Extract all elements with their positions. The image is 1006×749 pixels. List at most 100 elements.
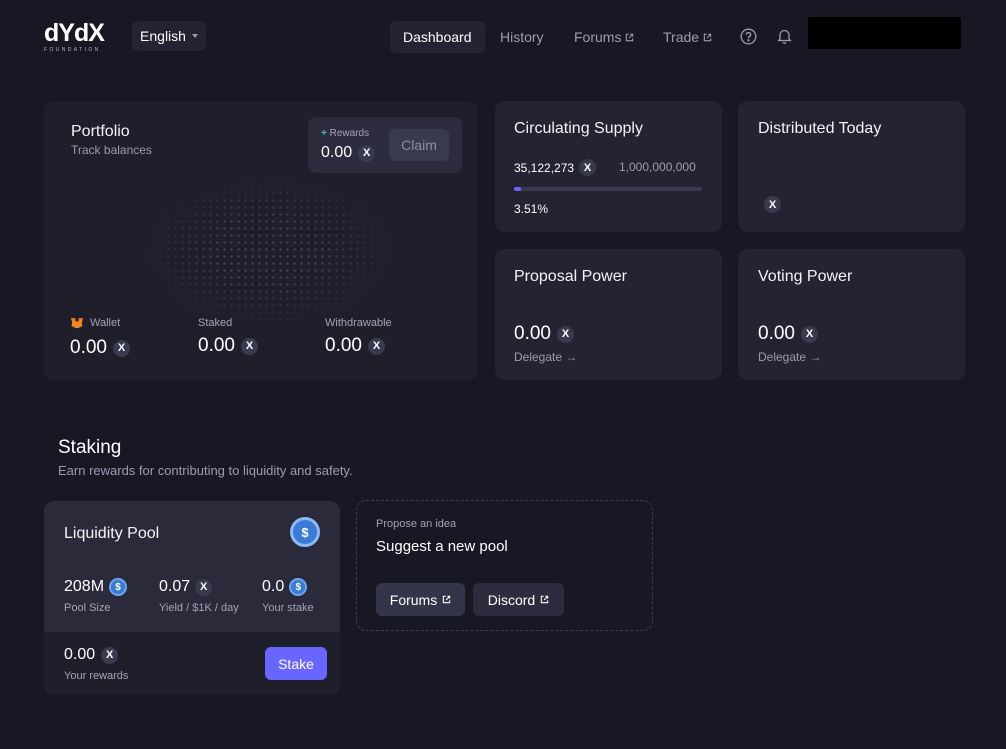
bell-icon: [776, 29, 792, 44]
suggest-kicker: Propose an idea: [376, 518, 457, 530]
rewards-label: Rewards: [329, 128, 370, 139]
withdrawable-amount: 0.00 X: [325, 335, 385, 357]
voting-power-amount: 0.00 X: [758, 323, 818, 345]
external-link-icon: [626, 33, 634, 41]
dydx-token-icon: X: [195, 578, 213, 596]
yield-label: Yield / $1K / day: [159, 602, 239, 614]
language-label: English: [140, 28, 186, 44]
staked-label: Staked: [198, 317, 233, 329]
plus-icon: +: [321, 128, 327, 139]
voting-delegate-link[interactable]: Delegate →: [758, 350, 821, 364]
proposal-delegate-link[interactable]: Delegate →: [514, 350, 577, 364]
voting-power-title: Voting Power: [758, 268, 853, 285]
staked-value: 0.00: [198, 335, 235, 356]
proposal-power-value: 0.00: [514, 323, 551, 344]
dydx-token-icon: X: [101, 646, 119, 664]
pool-size-amount: 208M $: [64, 578, 128, 596]
usdc-token-icon: $: [289, 578, 308, 596]
external-link-icon: [541, 595, 549, 604]
voting-power-card: Voting Power 0.00 X Delegate →: [738, 249, 965, 380]
suggest-pool-card: Propose an idea Suggest a new pool Forum…: [356, 500, 653, 631]
rewards-label-row: + Rewards: [321, 128, 369, 139]
discord-button[interactable]: Discord: [473, 583, 564, 616]
circulating-supply-title: Circulating Supply: [514, 120, 643, 137]
portfolio-card: Portfolio Track balances + Rewards 0.00 …: [44, 101, 478, 380]
dot-pattern-decoration: [144, 176, 394, 326]
nav-trade[interactable]: Trade: [663, 21, 712, 53]
your-stake-amount: 0.0 $: [262, 578, 308, 596]
dydx-token-icon: X: [800, 325, 818, 343]
nav-history[interactable]: History: [500, 21, 544, 53]
pool-rewards-bar: 0.00 X Your rewards Stake: [44, 632, 340, 695]
suggest-title: Suggest a new pool: [376, 538, 508, 555]
wallet-label-row: Wallet: [70, 317, 120, 329]
usdc-token-icon: $: [109, 578, 128, 596]
withdrawable-value: 0.00: [325, 335, 362, 356]
circulating-supply-value: 35,122,273: [514, 160, 575, 175]
pool-size-value: 208M: [64, 578, 105, 595]
dydx-token-icon: X: [556, 325, 574, 343]
external-link-icon: [703, 33, 712, 41]
yield-amount: 0.07 X: [159, 578, 213, 596]
rewards-amount: 0.00 X: [321, 144, 376, 162]
nav-dashboard-label: Dashboard: [403, 29, 472, 45]
proposal-power-title: Proposal Power: [514, 268, 627, 285]
dydx-token-icon: X: [358, 144, 376, 162]
nav-forums[interactable]: Forums: [574, 21, 634, 53]
dydx-token-icon: X: [367, 337, 385, 355]
wallet-amount: 0.00 X: [70, 337, 130, 359]
yield-value: 0.07: [159, 578, 191, 595]
discord-button-label: Discord: [487, 591, 536, 608]
withdrawable-label: Withdrawable: [325, 317, 392, 329]
stake-button[interactable]: Stake: [265, 647, 327, 680]
pool-size-label: Pool Size: [64, 602, 111, 614]
distributed-today-card: Distributed Today X: [738, 101, 965, 232]
your-stake-value: 0.0: [262, 578, 285, 595]
metamask-fox-icon: [71, 318, 83, 329]
nav-forums-label: Forums: [574, 29, 622, 45]
circulating-supply-amount: 35,122,273 X: [514, 159, 597, 176]
language-select[interactable]: English: [132, 21, 206, 51]
your-rewards-value: 0.00: [64, 646, 96, 663]
help-icon: [740, 28, 756, 44]
dydx-token-icon: X: [579, 159, 597, 176]
logo-subtitle: FOUNDATION: [44, 47, 101, 53]
proposal-power-amount: 0.00 X: [514, 323, 574, 345]
forums-button[interactable]: Forums: [376, 583, 465, 616]
account-button[interactable]: [808, 17, 961, 49]
wallet-value: 0.00: [70, 337, 107, 358]
your-stake-label: Your stake: [262, 602, 314, 614]
notifications-button[interactable]: [774, 26, 794, 46]
nav-history-label: History: [500, 29, 544, 45]
nav-trade-label: Trade: [663, 29, 700, 45]
rewards-box: + Rewards 0.00 X Claim: [308, 117, 462, 173]
portfolio-subtitle: Track balances: [71, 143, 152, 157]
circulating-supply-card: Circulating Supply 35,122,273 X 1,000,00…: [495, 101, 722, 232]
chevron-down-icon: [191, 34, 198, 38]
logo-wordmark: dYdX: [44, 19, 105, 47]
voting-power-value: 0.00: [758, 323, 795, 344]
claim-button[interactable]: Claim: [389, 129, 449, 161]
staking-title: Staking: [58, 437, 122, 458]
rewards-value: 0.00: [321, 144, 353, 161]
nav-dashboard[interactable]: Dashboard: [390, 21, 485, 53]
staking-subtitle: Earn rewards for contributing to liquidi…: [58, 463, 353, 478]
liquidity-pool-title: Liquidity Pool: [64, 525, 160, 542]
proposal-power-card: Proposal Power 0.00 X Delegate →: [495, 249, 722, 380]
wallet-label: Wallet: [90, 317, 121, 329]
your-rewards-amount: 0.00 X: [64, 646, 119, 664]
staked-amount: 0.00 X: [198, 335, 258, 357]
supply-progress-fill: [514, 187, 521, 191]
total-supply-value: 1,000,000,000: [619, 160, 696, 174]
dydx-token-icon: X: [764, 196, 781, 213]
forums-button-label: Forums: [389, 591, 438, 608]
help-button[interactable]: [738, 26, 758, 46]
your-rewards-label: Your rewards: [64, 670, 129, 682]
distributed-today-title: Distributed Today: [758, 120, 882, 137]
dydx-logo[interactable]: dYdX FOUNDATION: [44, 20, 114, 54]
supply-percent: 3.51%: [514, 202, 549, 216]
usdc-icon: $: [290, 517, 320, 547]
liquidity-pool-card[interactable]: Liquidity Pool $ 208M $ Pool Size 0.07 X…: [44, 501, 340, 632]
dydx-token-icon: X: [240, 337, 258, 355]
portfolio-title: Portfolio: [71, 123, 130, 140]
